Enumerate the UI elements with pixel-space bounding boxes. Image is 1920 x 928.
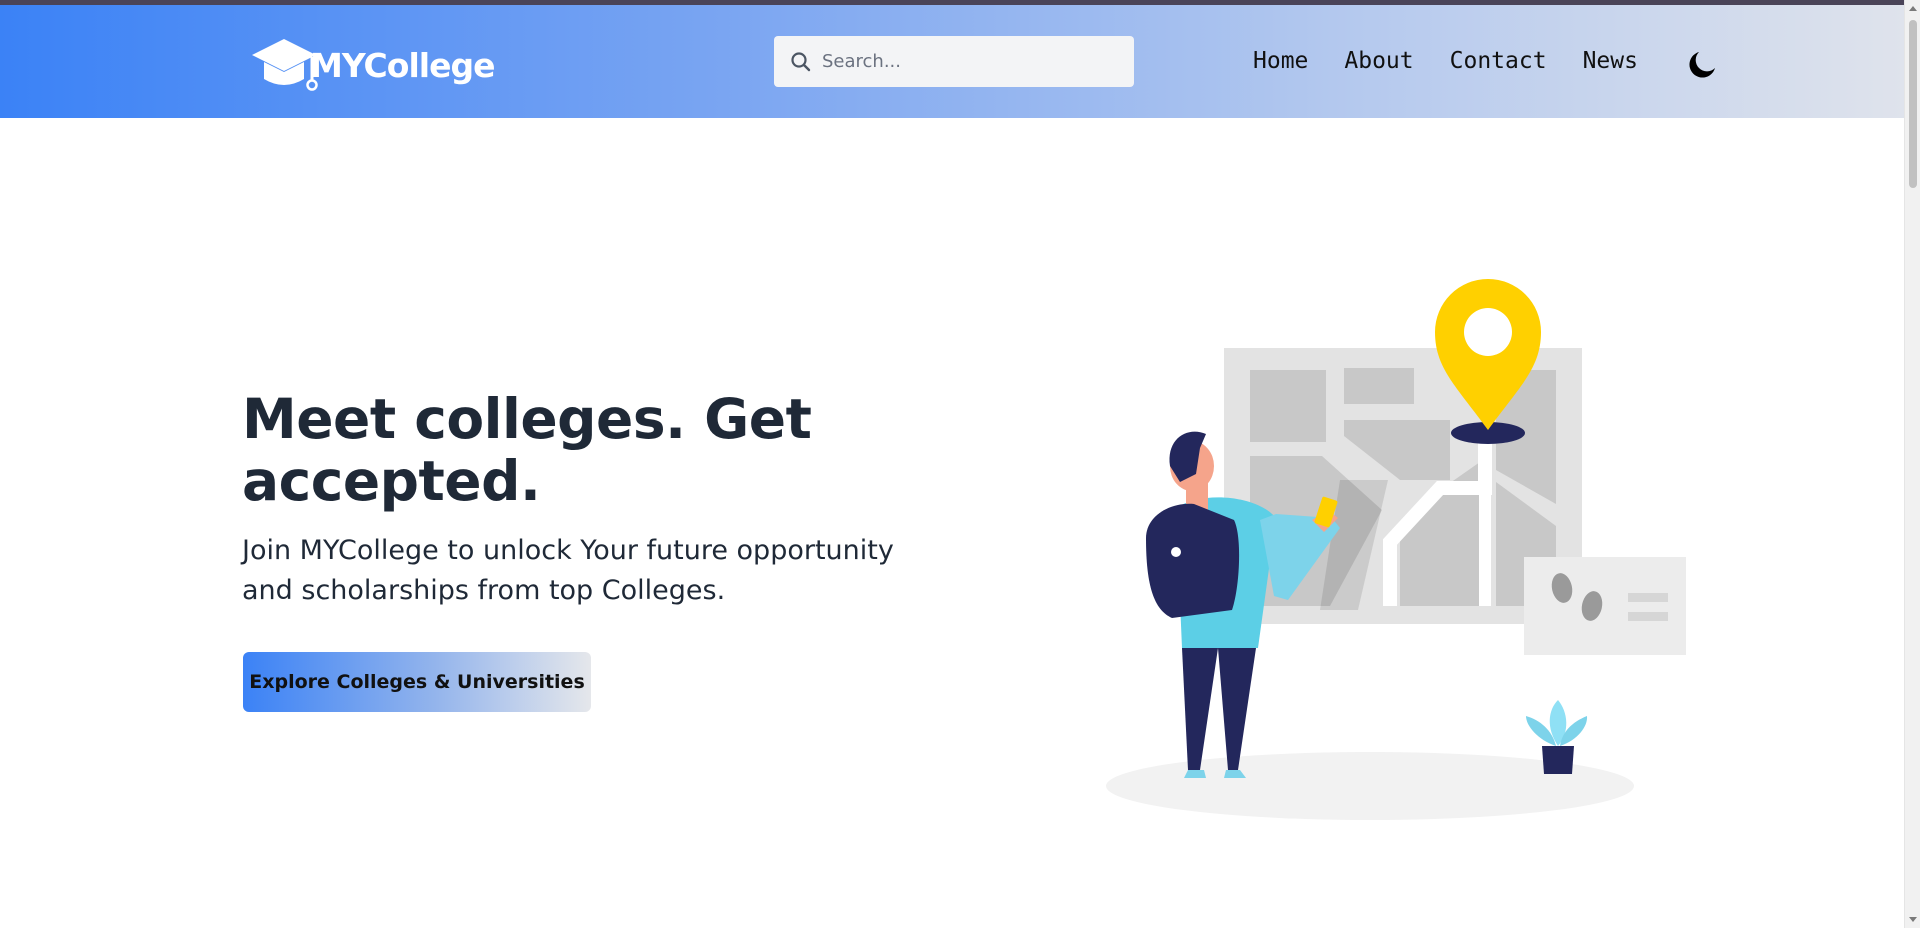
nav-about[interactable]: About	[1344, 48, 1413, 74]
scroll-down-arrow-icon[interactable]	[1909, 917, 1917, 922]
scroll-up-arrow-icon[interactable]	[1909, 6, 1917, 11]
hero-title: Meet colleges. Get accepted.	[242, 387, 812, 513]
search-icon	[791, 51, 811, 71]
nav-links: Home About Contact News	[1253, 48, 1638, 74]
logo-text: MYCollege	[310, 45, 495, 85]
nav-news[interactable]: News	[1583, 48, 1638, 74]
theme-toggle-button[interactable]	[1686, 49, 1718, 81]
hero-subtitle: Join MYCollege to unlock Your future opp…	[242, 535, 894, 606]
nav-contact[interactable]: Contact	[1450, 48, 1547, 74]
plant-pot	[1542, 746, 1574, 774]
nav-home[interactable]: Home	[1253, 48, 1308, 74]
backpack	[1146, 503, 1240, 618]
logo[interactable]: MYCollege	[248, 33, 495, 97]
map-traveler-illustration	[1106, 279, 1686, 820]
explore-colleges-button[interactable]: Explore Colleges & Universities	[243, 652, 591, 712]
search-box[interactable]	[774, 36, 1134, 87]
moon-icon	[1689, 52, 1715, 78]
search-input[interactable]	[822, 51, 1112, 72]
footprint-card	[1524, 557, 1686, 655]
scrollbar-thumb[interactable]	[1909, 20, 1917, 188]
navbar: MYCollege Home About Contact News	[0, 5, 1904, 118]
scrollbar[interactable]	[1904, 0, 1920, 928]
